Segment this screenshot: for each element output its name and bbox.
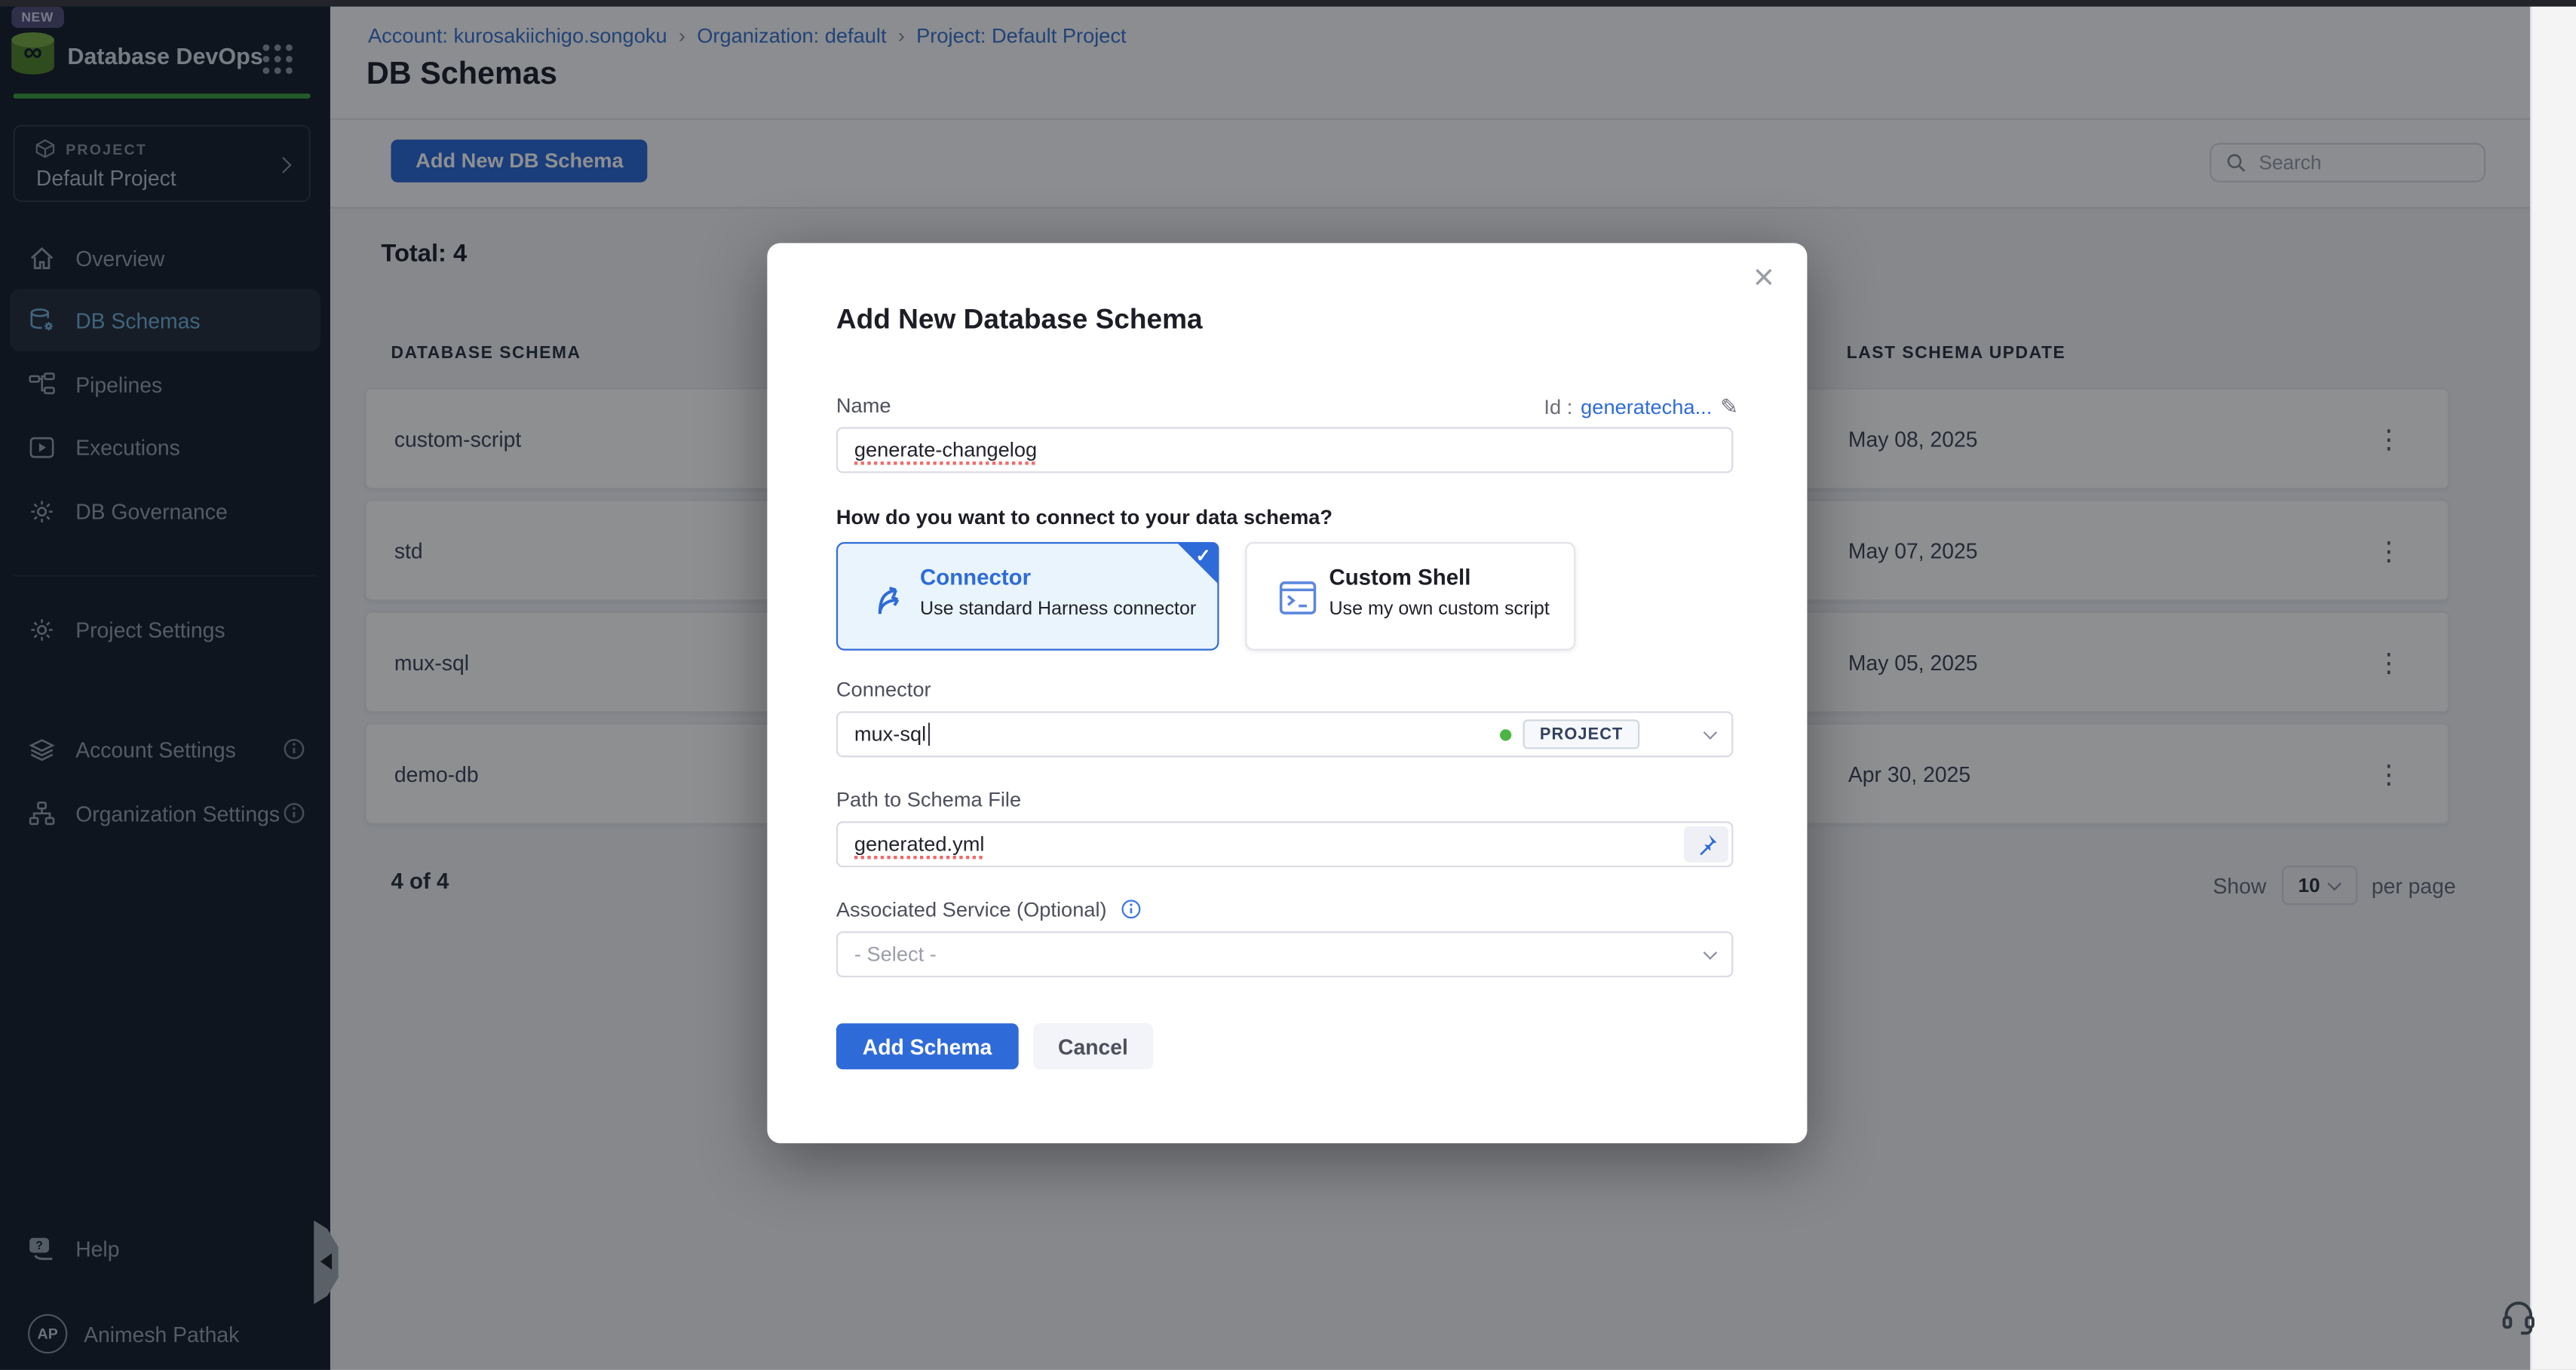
chevron-down-icon — [1704, 945, 1717, 958]
connector-value: mux-sql — [854, 723, 926, 746]
schema-id-row: Id : generatecha... ✎ — [1544, 394, 1738, 421]
add-schema-button[interactable]: Add Schema — [836, 1023, 1018, 1069]
text-caret — [928, 723, 929, 746]
name-input[interactable]: generate-changelog — [836, 427, 1733, 473]
service-placeholder: - Select - — [854, 942, 937, 966]
cancel-button[interactable]: Cancel — [1033, 1023, 1152, 1069]
custom-shell-option-card[interactable]: Custom Shell Use my own custom script — [1245, 542, 1575, 651]
connector-icon — [867, 577, 910, 620]
browser-chrome-sliver — [0, 0, 2576, 7]
connector-label: Connector — [836, 679, 931, 701]
status-dot — [1501, 728, 1512, 740]
check-icon: ✓ — [1196, 545, 1211, 566]
add-schema-modal: × Add New Database Schema Name Id : gene… — [767, 243, 1807, 1143]
chevron-down-icon[interactable] — [1704, 725, 1717, 738]
info-icon[interactable] — [1121, 899, 1142, 920]
modal-title: Add New Database Schema — [836, 304, 1203, 337]
pin-button[interactable] — [1684, 826, 1728, 863]
connect-question: How do you want to connect to your data … — [836, 506, 1332, 529]
service-label-text: Associated Service (Optional) — [836, 899, 1107, 922]
pin-icon — [1694, 832, 1719, 857]
service-select[interactable]: - Select - — [836, 931, 1733, 977]
id-prefix: Id : — [1544, 396, 1572, 418]
name-label: Name — [836, 394, 891, 418]
path-input[interactable]: generated.yml — [836, 821, 1733, 867]
connector-option-title: Connector — [920, 565, 1031, 590]
connector-option-card[interactable]: Connector Use standard Harness connector… — [836, 542, 1219, 651]
close-icon[interactable]: × — [1753, 259, 1774, 296]
schema-id-link[interactable]: generatecha... — [1581, 396, 1712, 418]
app-window: NEW ∞ Database DevOps PROJECT Default Pr… — [0, 0, 2576, 1370]
path-label: Path to Schema File — [836, 789, 1021, 812]
terminal-icon — [1277, 577, 1320, 620]
scope-badge: PROJECT — [1523, 719, 1639, 749]
browser-scrollbar[interactable] — [2530, 0, 2576, 1370]
connector-option-subtitle: Use standard Harness connector — [920, 599, 1196, 619]
custom-shell-option-subtitle: Use my own custom script — [1329, 599, 1549, 619]
connector-scope: PROJECT — [1501, 719, 1640, 749]
resource-center-headset-icon[interactable] — [2499, 1296, 2538, 1335]
connector-input[interactable]: mux-sql PROJECT — [836, 711, 1733, 757]
path-value: generated.yml — [854, 833, 985, 857]
name-value: generate-changelog — [854, 439, 1037, 461]
custom-shell-option-title: Custom Shell — [1329, 565, 1470, 590]
service-label: Associated Service (Optional) — [836, 899, 1142, 921]
edit-id-icon[interactable]: ✎ — [1720, 394, 1738, 421]
